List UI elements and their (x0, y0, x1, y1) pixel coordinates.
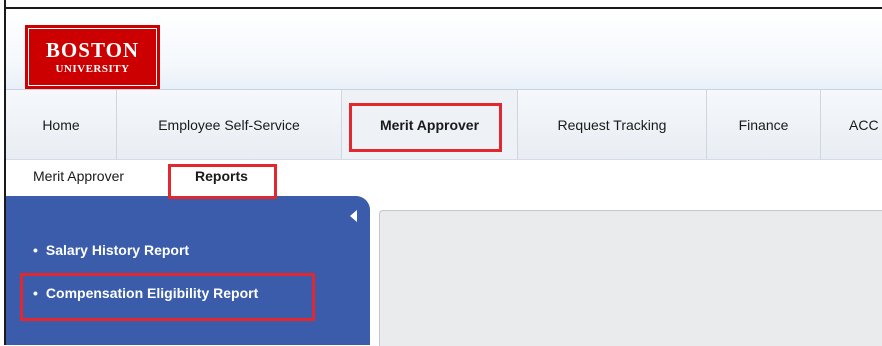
tab-acc[interactable]: ACC (821, 90, 882, 160)
collapse-panel-icon[interactable] (350, 210, 357, 222)
tab-home-label: Home (42, 117, 80, 133)
header-bar: BOSTON UNIVERSITY (6, 9, 882, 89)
logo-frame: BOSTON UNIVERSITY (28, 28, 157, 86)
tab-employee-self-service[interactable]: Employee Self-Service (117, 90, 342, 160)
bullet-icon: • (33, 242, 38, 258)
boston-university-logo[interactable]: BOSTON UNIVERSITY (25, 25, 160, 89)
subnav-merit-approver[interactable]: Merit Approver (33, 168, 124, 184)
tab-employee-self-service-label: Employee Self-Service (158, 117, 300, 133)
sub-navigation-bar: Merit Approver Reports (6, 159, 882, 197)
subnav-reports[interactable]: Reports (195, 168, 248, 184)
reports-side-panel: • Salary History Report • Compensation Eli… (6, 196, 370, 345)
sidebar-item-label: Salary History Report (45, 242, 190, 258)
logo-text-boston: BOSTON (45, 38, 140, 62)
tab-merit-approver-label: Merit Approver (379, 117, 480, 133)
tab-merit-approver[interactable]: Merit Approver (342, 90, 518, 160)
tab-finance-label: Finance (738, 117, 789, 133)
sidebar-item-compensation-eligibility-report[interactable]: • Compensation Eligibility Report (33, 285, 258, 301)
logo-text-university: UNIVERSITY (55, 63, 130, 75)
tab-finance[interactable]: Finance (707, 90, 821, 160)
tab-request-tracking[interactable]: Request Tracking (518, 90, 707, 160)
window-top-border (0, 0, 882, 9)
report-content-area (379, 210, 882, 346)
tab-acc-label: ACC (849, 117, 879, 133)
main-tab-bar: Home Employee Self-Service Merit Approve… (6, 89, 882, 160)
sidebar-item-salary-history-report[interactable]: • Salary History Report (33, 242, 189, 258)
bullet-icon: • (33, 285, 38, 301)
sidebar-item-label: Compensation Eligibility Report (45, 285, 259, 301)
tab-request-tracking-label: Request Tracking (557, 117, 667, 133)
tab-home[interactable]: Home (6, 90, 117, 160)
